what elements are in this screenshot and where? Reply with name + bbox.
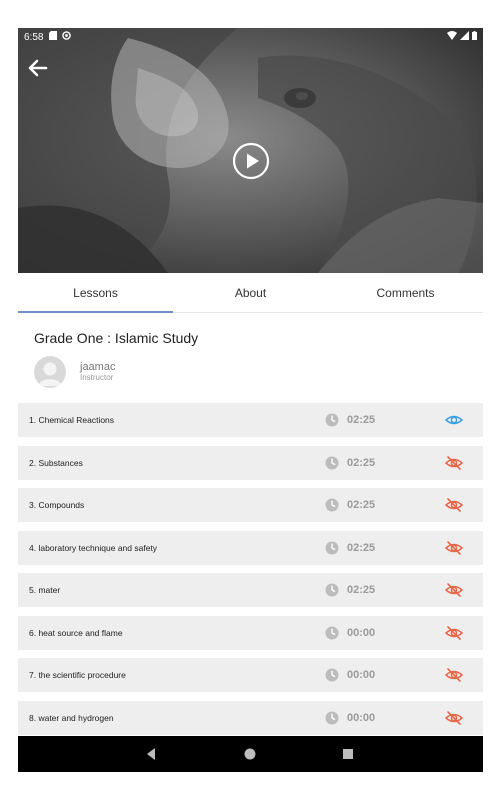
clock-icon [325, 626, 339, 640]
visibility-icon[interactable] [444, 412, 464, 428]
visibility-off-icon[interactable] [444, 497, 464, 513]
lesson-duration: 02:25 [347, 541, 376, 554]
status-right-icons [447, 31, 477, 43]
clock-icon [325, 498, 339, 512]
lesson-duration: 00:00 [347, 669, 376, 681]
lesson-title: 8. water and hydrogen [29, 712, 114, 723]
lesson-row[interactable]: 4. laboratory technique and safety 02:25 [18, 530, 483, 565]
lesson-title: 1. Chemical Reactions [29, 415, 115, 425]
lesson-row[interactable]: 2. Substances 02:25 [18, 445, 483, 480]
status-time: 6:58 [24, 31, 44, 43]
lesson-duration: 02:25 [347, 456, 376, 469]
lesson-duration: 00:00 [347, 626, 376, 639]
video-player[interactable]: 6:58 [18, 28, 483, 273]
sd-card-icon [49, 31, 58, 43]
course-title: Grade One : Islamic Study [34, 330, 199, 346]
lesson-title: 7. the scientific procedure [29, 670, 126, 680]
lesson-duration: 02:25 [347, 499, 376, 511]
lesson-list: 1. Chemical Reactions 02:25 2. Substance… [18, 403, 483, 743]
tab-lessons[interactable]: Lessons [18, 273, 173, 313]
back-arrow-icon[interactable] [26, 56, 54, 80]
lesson-row[interactable]: 5. mater 02:25 [18, 573, 483, 607]
instructor-role: Instructor [80, 372, 114, 382]
visibility-off-icon[interactable] [444, 582, 464, 598]
lesson-title: 4. laboratory technique and safety [29, 542, 158, 553]
clock-icon [325, 711, 339, 725]
lesson-duration: 00:00 [347, 711, 376, 724]
course-tabs: Lessons About Comments [18, 273, 483, 313]
lesson-duration: 02:25 [347, 584, 376, 596]
lesson-row[interactable]: 7. the scientific procedure 00:00 [18, 658, 483, 692]
back-triangle-icon[interactable] [143, 746, 159, 762]
clock-icon [325, 456, 339, 470]
tab-comments[interactable]: Comments [328, 273, 483, 312]
clock-icon [325, 541, 339, 555]
visibility-off-icon[interactable] [444, 710, 464, 726]
visibility-off-icon[interactable] [444, 540, 464, 556]
lesson-row[interactable]: 6. heat source and flame 00:00 [18, 615, 483, 650]
lesson-duration: 02:25 [347, 414, 376, 426]
instructor-info[interactable]: jaamac Instructor [34, 356, 115, 388]
recents-square-icon[interactable] [340, 746, 356, 762]
lesson-title: 2. Substances [29, 457, 83, 468]
wifi-icon [447, 31, 457, 43]
status-bar: 6:58 [18, 28, 483, 46]
system-nav-bar [18, 736, 483, 772]
visibility-off-icon[interactable] [444, 667, 464, 683]
play-icon[interactable] [232, 142, 270, 180]
avatar [34, 356, 66, 388]
lesson-row[interactable]: 8. water and hydrogen 00:00 [18, 700, 483, 735]
lesson-row[interactable]: 3. Compounds 02:25 [18, 488, 483, 522]
battery-icon [472, 31, 477, 43]
signal-icon [460, 31, 469, 43]
clock-icon [325, 583, 339, 597]
lesson-title: 6. heat source and flame [29, 627, 123, 638]
lesson-title: 3. Compounds [29, 500, 85, 510]
instructor-name: jaamac [80, 361, 116, 374]
app-screen: 6:58 Lessons About Comments Grade One: … [18, 28, 483, 772]
sync-icon [62, 31, 72, 43]
visibility-off-icon[interactable] [444, 455, 464, 471]
lesson-row[interactable]: 1. Chemical Reactions 02:25 [18, 403, 483, 437]
lesson-title: 5. mater [29, 585, 61, 595]
home-circle-icon[interactable] [242, 746, 258, 762]
clock-icon [325, 668, 339, 682]
tab-about[interactable]: About [173, 273, 328, 312]
visibility-off-icon[interactable] [444, 625, 464, 641]
clock-icon [325, 413, 339, 427]
